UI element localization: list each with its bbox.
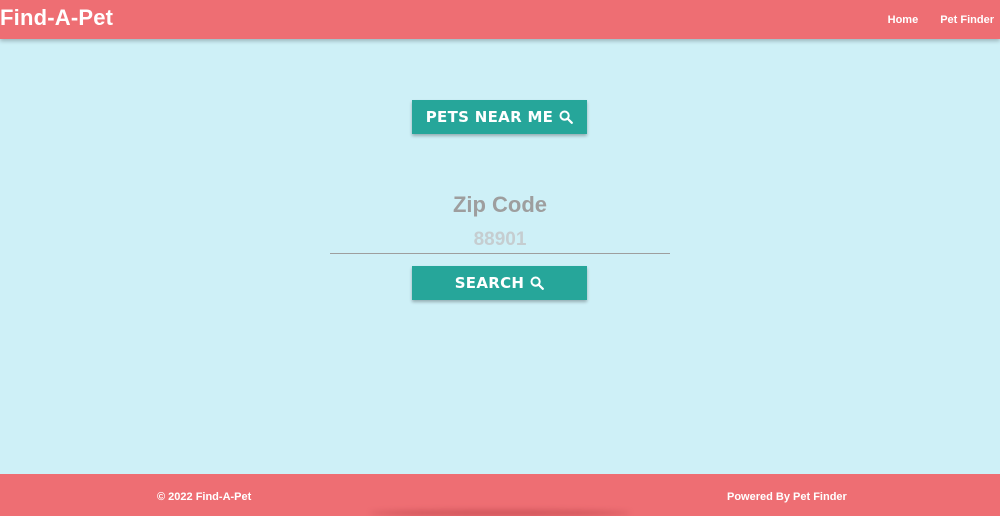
search-label: SEARCH	[454, 274, 525, 292]
footer-powered-by: Powered By Pet Finder	[727, 491, 847, 503]
footer-shadow	[370, 510, 630, 516]
nav-links: Home Pet Finder	[866, 0, 994, 39]
search-icon	[530, 276, 545, 290]
navbar: Find-A-Pet Home Pet Finder	[0, 0, 1000, 39]
footer-copyright: © 2022 Find-A-Pet	[157, 491, 252, 503]
brand-logo[interactable]: Find-A-Pet	[0, 4, 113, 32]
footer: © 2022 Find-A-Pet Powered By Pet Finder	[0, 474, 1000, 516]
pets-near-me-button[interactable]: PETS NEAR ME	[412, 100, 587, 134]
search-button[interactable]: SEARCH	[412, 266, 587, 300]
nav-link-home[interactable]: Home	[888, 14, 919, 26]
zip-code-input[interactable]	[330, 227, 670, 254]
nav-link-pet-finder[interactable]: Pet Finder	[940, 14, 994, 26]
zip-code-label: Zip Code	[452, 192, 548, 217]
pets-near-me-label: PETS NEAR ME	[425, 108, 554, 126]
search-icon	[559, 110, 574, 124]
